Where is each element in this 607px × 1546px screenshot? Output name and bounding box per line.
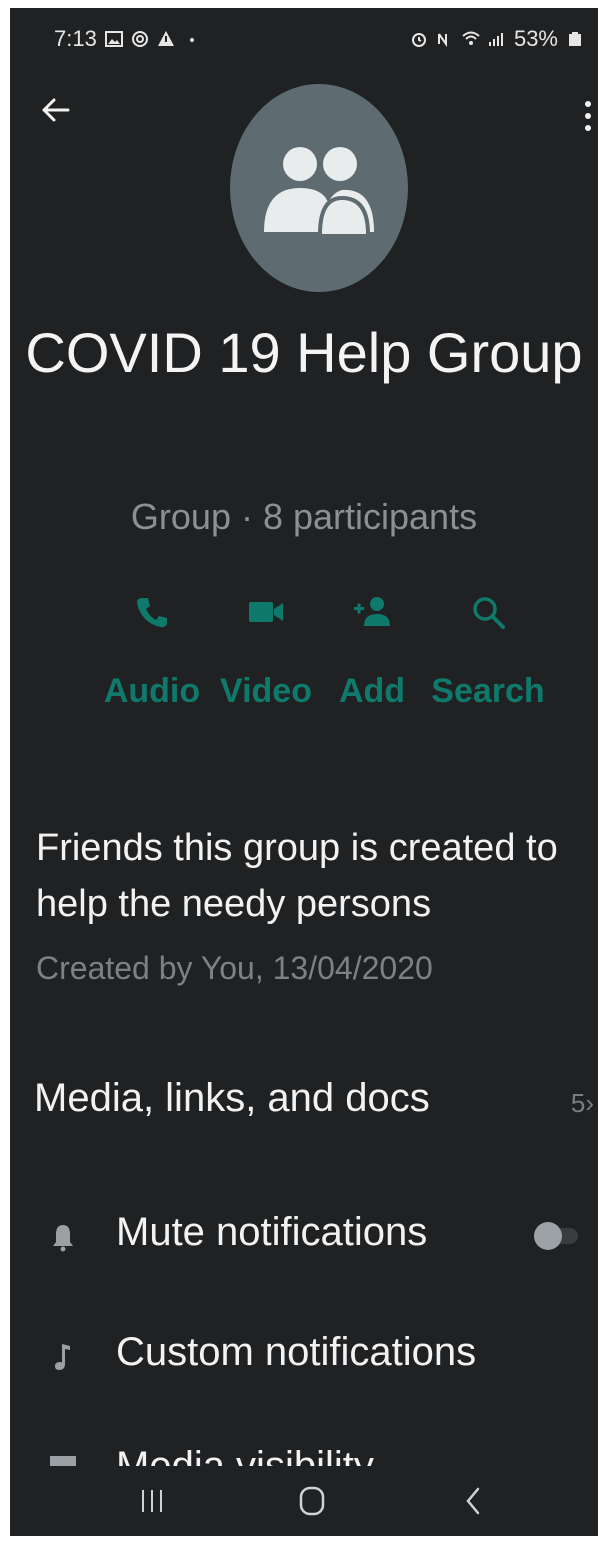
group-subtitle: Group · 8 participants	[130, 496, 478, 537]
wifi-icon	[462, 31, 480, 45]
action-bar: Audio Video Add Search	[10, 592, 598, 732]
add-label: Add	[338, 672, 406, 710]
media-label: Media, links, and docs	[34, 1076, 430, 1120]
media-links-docs-row[interactable]: Media, links, and docs	[34, 1076, 594, 1121]
group-people-icon	[264, 147, 374, 234]
battery-icon	[569, 32, 581, 46]
gallery-icon	[104, 31, 123, 47]
add-person-icon	[354, 597, 390, 626]
more-options-icon[interactable]	[578, 98, 598, 138]
media-count[interactable]: 5›	[571, 1088, 594, 1119]
music-note-icon	[55, 1344, 70, 1370]
video-icon	[249, 602, 283, 622]
video-label: Video	[220, 672, 312, 710]
mute-label: Mute notifications	[116, 1210, 428, 1254]
media-visibility-row[interactable]: Media visibility	[10, 1436, 598, 1470]
custom-notifications-row[interactable]: Custom notifications	[10, 1326, 598, 1406]
nav-back-icon[interactable]	[454, 1482, 494, 1522]
system-nav-bar	[10, 1466, 598, 1536]
status-right: 53%	[410, 26, 584, 52]
warning-icon	[157, 31, 174, 46]
search-label: Search	[431, 672, 545, 710]
audio-call-button[interactable]: Audio	[92, 592, 212, 711]
battery-percent: 53%	[513, 26, 558, 51]
home-icon[interactable]	[292, 1482, 332, 1522]
back-arrow-icon[interactable]	[38, 92, 74, 128]
audio-label: Audio	[103, 672, 201, 710]
group-avatar[interactable]	[230, 84, 408, 292]
chevron-right-icon: ›	[585, 1088, 594, 1118]
at-sign-icon	[131, 31, 148, 47]
recent-apps-icon[interactable]	[132, 1482, 172, 1522]
toggle-thumb	[534, 1222, 562, 1250]
phone-icon	[137, 598, 167, 628]
group-description[interactable]: Friends this group is created to help th…	[36, 820, 591, 932]
status-bar: 7:13 53%	[10, 8, 598, 62]
alarm-icon	[411, 33, 426, 47]
created-info: Created by You, 13/04/2020	[36, 950, 433, 986]
bell-icon	[53, 1225, 73, 1252]
search-button[interactable]: Search	[428, 592, 548, 711]
search-icon	[473, 597, 505, 629]
mute-toggle[interactable]	[534, 1222, 578, 1250]
status-left: 7:13	[54, 26, 201, 52]
video-call-button[interactable]: Video	[206, 592, 326, 711]
dot-icon	[189, 38, 194, 42]
group-title: COVID 19 Help Group	[25, 321, 583, 384]
signal-icon	[488, 33, 503, 46]
status-time: 7:13	[54, 26, 97, 51]
add-participant-button[interactable]: Add	[312, 592, 432, 711]
nfc-icon	[437, 33, 447, 48]
mute-notifications-row[interactable]: Mute notifications	[10, 1206, 598, 1286]
group-info-screen: 7:13 53% COVID 19 Help Group Group · 8 p…	[10, 8, 598, 1536]
media-count-value: 5	[570, 1088, 586, 1118]
custom-label: Custom notifications	[116, 1330, 477, 1374]
